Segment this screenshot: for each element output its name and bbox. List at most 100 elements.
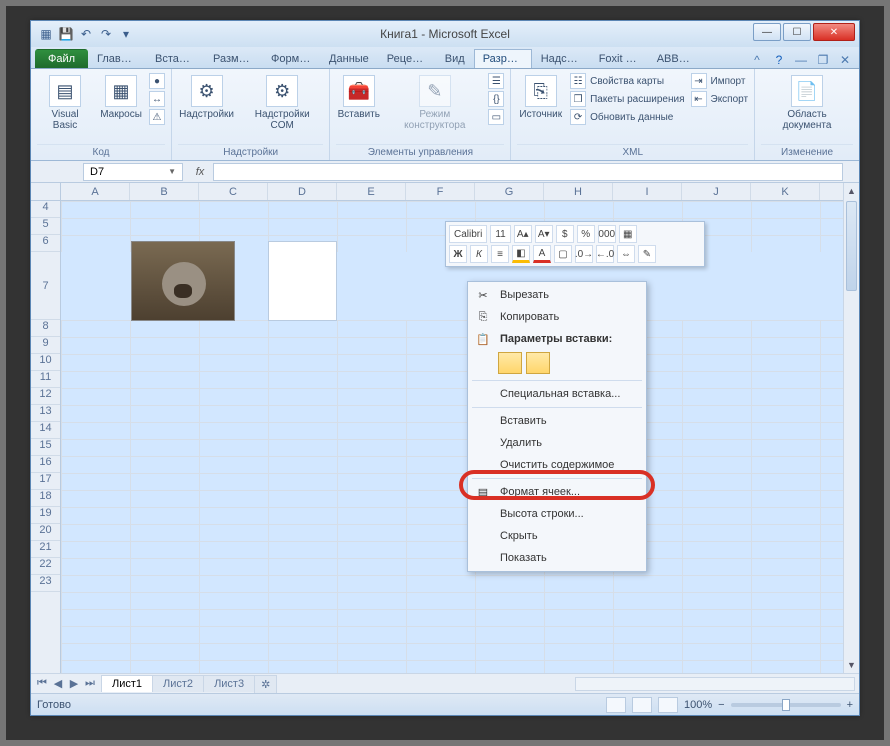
tab-formulas[interactable]: Формулы [262, 49, 320, 68]
mini-font-size[interactable]: 11 [490, 225, 510, 243]
com-addins-button[interactable]: ⚙Надстройки COM [241, 73, 323, 133]
mdi-restore-icon[interactable]: ❐ [815, 52, 831, 68]
scroll-up-icon[interactable]: ▲ [844, 183, 859, 199]
col-F[interactable]: F [406, 183, 475, 200]
italic-icon[interactable]: К [470, 245, 488, 263]
ext-packs-button[interactable]: ❒Пакеты расширения [570, 91, 684, 107]
run-dialog-button[interactable]: ▭ [488, 109, 504, 125]
row-12[interactable]: 12 [31, 388, 60, 405]
insert-control-button[interactable]: 🧰Вставить [336, 73, 381, 122]
ctx-hide[interactable]: Скрыть [468, 525, 646, 547]
properties-button[interactable]: ☰ [488, 73, 504, 89]
ctx-copy[interactable]: ⎘Копировать [468, 306, 646, 328]
xml-source-button[interactable]: ⎘Источник [517, 73, 564, 122]
formula-input[interactable] [213, 163, 843, 181]
accounting-format-icon[interactable]: $ [556, 225, 574, 243]
paste-opt-values[interactable] [526, 352, 550, 374]
active-cell-d7[interactable] [268, 241, 337, 321]
col-G[interactable]: G [475, 183, 544, 200]
scroll-down-icon[interactable]: ▼ [844, 657, 859, 673]
doc-panel-button[interactable]: 📄Область документа [761, 73, 853, 133]
col-C[interactable]: C [199, 183, 268, 200]
mdi-close-icon[interactable]: ✕ [837, 52, 853, 68]
refresh-data-button[interactable]: ⟳Обновить данные [570, 109, 684, 125]
row-14[interactable]: 14 [31, 422, 60, 439]
row-8[interactable]: 8 [31, 320, 60, 337]
zoom-in-button[interactable]: + [847, 699, 853, 711]
fill-color-icon[interactable]: ◧ [512, 245, 530, 263]
col-E[interactable]: E [337, 183, 406, 200]
row-headers[interactable]: 4567891011121314151617181920212223 [31, 201, 61, 673]
tab-insert[interactable]: Вставка [146, 49, 204, 68]
zoom-out-button[interactable]: − [718, 699, 724, 711]
row-15[interactable]: 15 [31, 439, 60, 456]
row-7[interactable]: 7 [31, 252, 60, 320]
row-6[interactable]: 6 [31, 235, 60, 252]
col-I[interactable]: I [613, 183, 682, 200]
worksheet-grid[interactable]: A B C D E F G H I J K 456789101112131415… [31, 183, 859, 673]
paste-opt-default[interactable] [498, 352, 522, 374]
import-button[interactable]: ⇥Импорт [691, 73, 749, 89]
row-19[interactable]: 19 [31, 507, 60, 524]
tab-developer[interactable]: Разработч [474, 49, 532, 68]
col-H[interactable]: H [544, 183, 613, 200]
view-normal-button[interactable] [606, 697, 626, 713]
row-20[interactable]: 20 [31, 524, 60, 541]
sheet-tab-2[interactable]: Лист2 [152, 675, 204, 692]
tab-foxit[interactable]: Foxit PDF [590, 49, 648, 68]
zoom-slider[interactable] [731, 703, 841, 707]
row-21[interactable]: 21 [31, 541, 60, 558]
view-break-button[interactable] [658, 697, 678, 713]
ctx-format-cells[interactable]: ▤Формат ячеек... [468, 481, 646, 503]
row-4[interactable]: 4 [31, 201, 60, 218]
border-icon[interactable]: ▢ [554, 245, 572, 263]
center-icon[interactable]: ≡ [491, 245, 509, 263]
row-18[interactable]: 18 [31, 490, 60, 507]
export-button[interactable]: ⇤Экспорт [691, 91, 749, 107]
mdi-min-icon[interactable]: — [793, 52, 809, 68]
sheet-last-icon[interactable]: ⏭ [83, 677, 97, 690]
shrink-font-icon[interactable]: A▾ [535, 225, 553, 243]
close-button[interactable]: ✕ [813, 23, 855, 41]
row-11[interactable]: 11 [31, 371, 60, 388]
name-box[interactable]: D7▼ [83, 163, 183, 181]
sheet-next-icon[interactable]: ▶ [67, 677, 81, 690]
col-J[interactable]: J [682, 183, 751, 200]
mini-font-name[interactable]: Calibri [449, 225, 487, 243]
row-5[interactable]: 5 [31, 218, 60, 235]
select-all-corner[interactable] [31, 183, 61, 201]
tab-abbyy[interactable]: ABBYY PDF [648, 49, 706, 68]
font-color-icon[interactable]: A [533, 245, 551, 263]
col-B[interactable]: B [130, 183, 199, 200]
help-icon[interactable]: ? [771, 52, 787, 68]
view-code-button[interactable]: {} [488, 91, 504, 107]
tab-file[interactable]: Файл [35, 49, 88, 68]
macro-security-button[interactable]: ⚠ [149, 109, 165, 125]
new-sheet-button[interactable]: ✲ [254, 675, 277, 693]
row-9[interactable]: 9 [31, 337, 60, 354]
ctx-cut[interactable]: ✂Вырезать [468, 284, 646, 306]
record-macro-button[interactable]: ● [149, 73, 165, 89]
maximize-button[interactable]: ☐ [783, 23, 811, 41]
ctx-row-height[interactable]: Высота строки... [468, 503, 646, 525]
ctx-paste-special[interactable]: Специальная вставка... [468, 383, 646, 405]
borders-icon[interactable]: ▦ [619, 225, 637, 243]
row-22[interactable]: 22 [31, 558, 60, 575]
macros-button[interactable]: ▦Макросы [99, 73, 143, 122]
embedded-image-koala[interactable] [131, 241, 235, 321]
zoom-knob[interactable] [782, 699, 790, 711]
sheet-prev-icon[interactable]: ◀ [51, 677, 65, 690]
ctx-delete[interactable]: Удалить [468, 432, 646, 454]
bold-icon[interactable]: Ж [449, 245, 467, 263]
cells-area[interactable]: Calibri 11 A▴ A▾ $ % 000 ▦ Ж К ≡ ◧ A ▢ .… [61, 201, 843, 673]
row-10[interactable]: 10 [31, 354, 60, 371]
addins-button[interactable]: ⚙Надстройки [178, 73, 235, 122]
ctx-show[interactable]: Показать [468, 547, 646, 569]
tab-review[interactable]: Рецензиро [378, 49, 436, 68]
namebox-dropdown-icon[interactable]: ▼ [168, 167, 176, 176]
merge-icon[interactable]: ⇔ [617, 245, 635, 263]
grow-font-icon[interactable]: A▴ [514, 225, 532, 243]
visual-basic-button[interactable]: ▤Visual Basic [37, 73, 93, 133]
scroll-thumb[interactable] [846, 201, 857, 291]
percent-format-icon[interactable]: % [577, 225, 595, 243]
